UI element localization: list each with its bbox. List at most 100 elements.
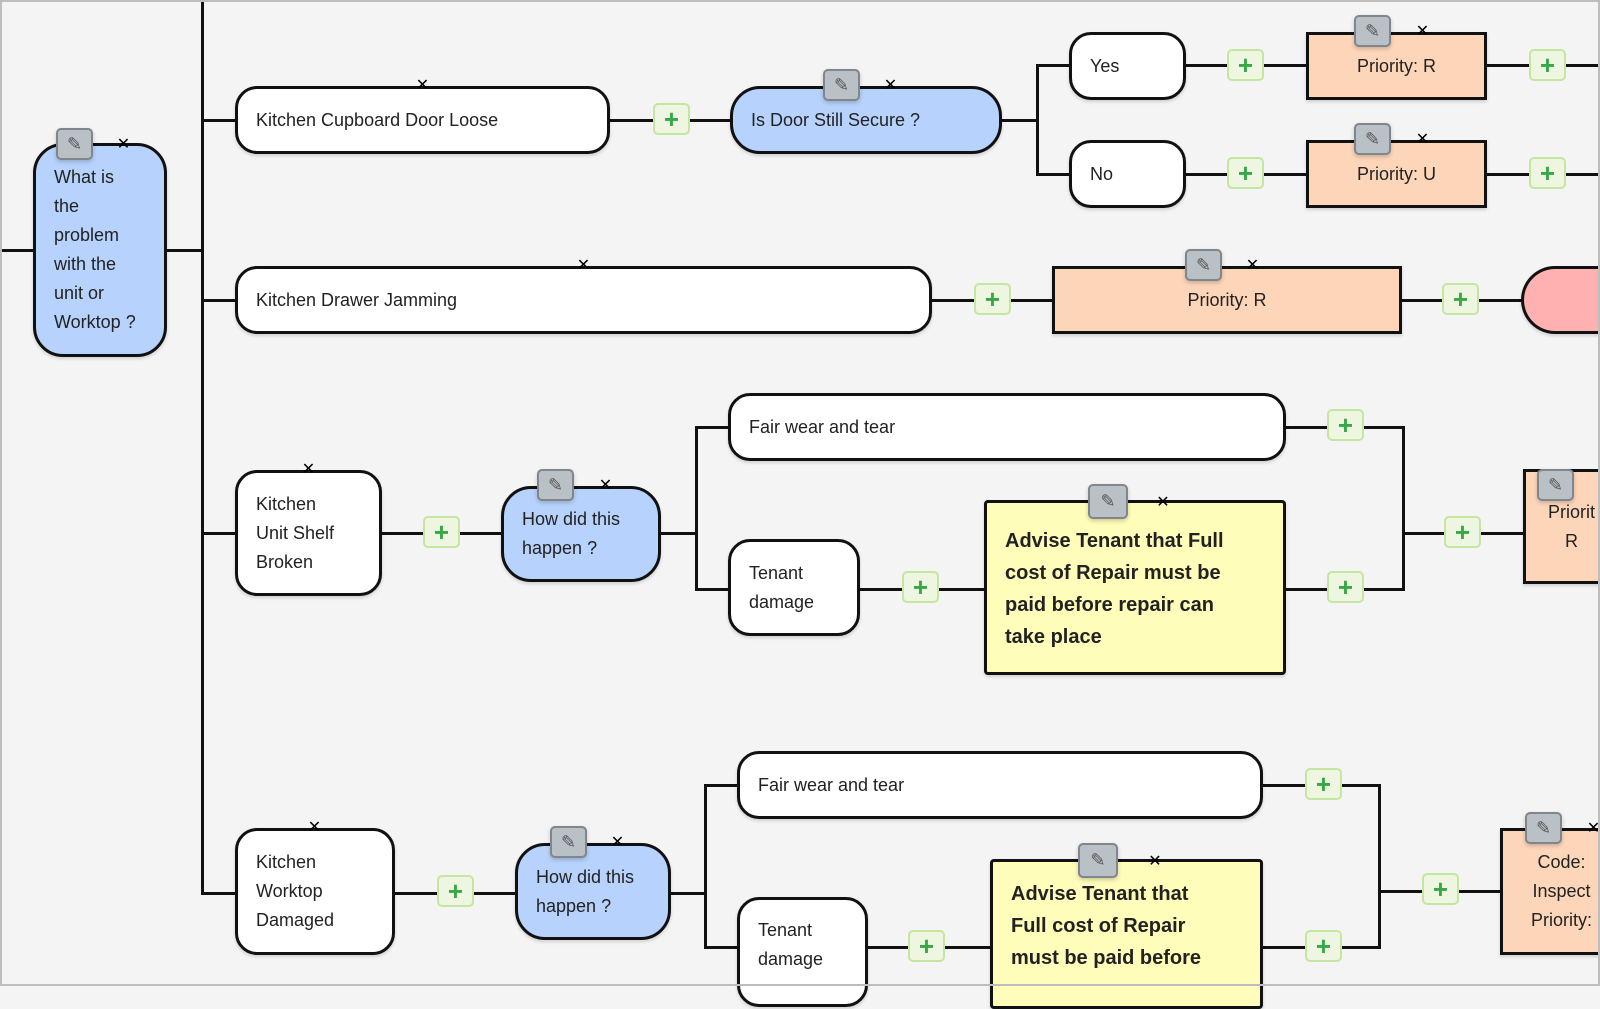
outcome-node-priority-r[interactable]: Priority: R — [1306, 32, 1487, 100]
close-icon: ✕ — [611, 832, 624, 852]
delete-button[interactable]: ✕ — [1135, 843, 1175, 878]
node-text: How did this happen ? — [536, 863, 634, 921]
outcome-node-priority-r[interactable]: Priority: R — [1052, 266, 1402, 334]
add-node-button[interactable]: + — [1227, 49, 1264, 81]
connector-line — [202, 892, 235, 895]
delete-button[interactable]: ✕ — [290, 453, 327, 485]
delete-button[interactable]: ✕ — [1575, 812, 1600, 844]
close-icon: ✕ — [884, 75, 897, 95]
add-node-button[interactable]: + — [1529, 49, 1566, 81]
close-icon: ✕ — [1148, 851, 1161, 871]
answer-node-shelf-broken[interactable]: Kitchen Unit Shelf Broken — [235, 470, 382, 596]
root-question-node[interactable]: What is the problem with the unit or Wor… — [33, 143, 167, 357]
node-text: Advise Tenant that Full cost of Repair m… — [1005, 525, 1224, 653]
edit-button[interactable]: ✎ — [1354, 15, 1391, 47]
delete-button[interactable]: ✕ — [1234, 249, 1271, 281]
delete-button[interactable]: ✕ — [587, 469, 624, 501]
delete-button[interactable]: ✕ — [1404, 123, 1441, 155]
edit-button[interactable]: ✎ — [1185, 249, 1222, 281]
delete-button[interactable]: ✕ — [599, 826, 636, 858]
node-text: Priority: U — [1357, 160, 1436, 189]
connector-line — [1036, 173, 1069, 176]
advice-node[interactable]: Advise Tenant that Full cost of Repair m… — [984, 500, 1286, 675]
delete-button[interactable]: ✕ — [1588, 469, 1600, 501]
pencil-icon: ✎ — [561, 832, 576, 853]
plus-icon: + — [1316, 769, 1331, 800]
advice-node[interactable]: Advise Tenant that Full cost of Repair m… — [990, 859, 1263, 1009]
plus-icon: + — [664, 104, 679, 135]
plus-icon: + — [1338, 410, 1353, 441]
outcome-node-code[interactable]: Code: Inspect Priority: — [1500, 828, 1600, 955]
edit-button[interactable]: ✎ — [550, 826, 587, 858]
answer-node-no[interactable]: No — [1069, 140, 1186, 208]
add-node-button[interactable]: + — [1327, 409, 1364, 441]
edit-button[interactable]: ✎ — [1078, 843, 1118, 878]
add-node-button[interactable]: + — [902, 571, 939, 603]
node-text: Kitchen Drawer Jamming — [256, 286, 457, 315]
answer-node-fair-wear[interactable]: Fair wear and tear — [728, 393, 1286, 461]
question-node-door-secure[interactable]: Is Door Still Secure ? — [730, 86, 1002, 154]
add-node-button[interactable]: + — [437, 875, 474, 907]
node-text: Kitchen Worktop Damaged — [256, 848, 334, 935]
answer-node-fair-wear[interactable]: Fair wear and tear — [737, 751, 1263, 819]
add-node-button[interactable]: + — [423, 516, 460, 548]
add-node-button[interactable]: + — [1305, 930, 1342, 962]
question-node-how-happen[interactable]: How did this happen ? — [515, 843, 671, 940]
pencil-icon: ✎ — [67, 134, 82, 155]
node-text: Tenant damage — [758, 916, 823, 974]
node-text: Yes — [1090, 52, 1119, 81]
connector-line — [167, 249, 202, 252]
connector-line — [1378, 784, 1381, 949]
question-node-how-happen[interactable]: How did this happen ? — [501, 486, 661, 582]
pencil-icon: ✎ — [1365, 21, 1380, 42]
delete-button[interactable]: ✕ — [404, 69, 441, 101]
plus-icon: + — [919, 931, 934, 962]
add-node-button[interactable]: + — [1305, 768, 1342, 800]
end-node[interactable] — [1521, 266, 1600, 334]
close-icon: ✕ — [302, 459, 315, 479]
edit-button[interactable]: ✎ — [1088, 484, 1128, 519]
add-node-button[interactable]: + — [653, 103, 690, 135]
pencil-icon: ✎ — [1536, 818, 1551, 839]
add-node-button[interactable]: + — [908, 930, 945, 962]
edit-button[interactable]: ✎ — [1525, 812, 1562, 844]
answer-node-yes[interactable]: Yes — [1069, 32, 1186, 100]
add-node-button[interactable]: + — [1327, 571, 1364, 603]
close-icon: ✕ — [1156, 492, 1169, 512]
edit-button[interactable]: ✎ — [537, 469, 574, 501]
add-node-button[interactable]: + — [1444, 516, 1481, 548]
plus-icon: + — [1316, 931, 1331, 962]
add-node-button[interactable]: + — [974, 283, 1011, 315]
delete-button[interactable]: ✕ — [872, 69, 909, 101]
add-node-button[interactable]: + — [1442, 283, 1479, 315]
delete-button[interactable]: ✕ — [296, 811, 333, 843]
node-text: Code: Inspect Priority: — [1531, 848, 1592, 935]
pencil-icon: ✎ — [1100, 491, 1115, 512]
node-text: Tenant damage — [749, 559, 814, 617]
outcome-node-priority-u[interactable]: Priority: U — [1306, 140, 1487, 208]
edit-button[interactable]: ✎ — [1354, 123, 1391, 155]
connector-line — [1402, 426, 1405, 591]
add-node-button[interactable]: + — [1227, 157, 1264, 189]
plus-icon: + — [434, 517, 449, 548]
answer-node-tenant-damage[interactable]: Tenant damage — [728, 539, 860, 636]
edit-button[interactable]: ✎ — [56, 128, 93, 160]
plus-icon: + — [913, 572, 928, 603]
node-text: What is the problem with the unit or Wor… — [54, 163, 136, 337]
answer-node-tenant-damage[interactable]: Tenant damage — [737, 897, 868, 1007]
answer-node-worktop-damaged[interactable]: Kitchen Worktop Damaged — [235, 828, 395, 955]
delete-button[interactable]: ✕ — [105, 128, 142, 160]
connector-line — [201, 0, 204, 895]
delete-button[interactable]: ✕ — [1404, 15, 1441, 47]
close-icon: ✕ — [416, 75, 429, 95]
node-text: Advise Tenant that Full cost of Repair m… — [1011, 878, 1201, 974]
delete-button[interactable]: ✕ — [1143, 484, 1183, 519]
close-icon: ✕ — [1416, 21, 1429, 41]
add-node-button[interactable]: + — [1422, 873, 1459, 905]
edit-button[interactable]: ✎ — [823, 69, 860, 101]
connector-line — [202, 299, 235, 302]
plus-icon: + — [1453, 284, 1468, 315]
delete-button[interactable]: ✕ — [565, 249, 602, 281]
edit-button[interactable]: ✎ — [1537, 469, 1574, 501]
add-node-button[interactable]: + — [1529, 157, 1566, 189]
